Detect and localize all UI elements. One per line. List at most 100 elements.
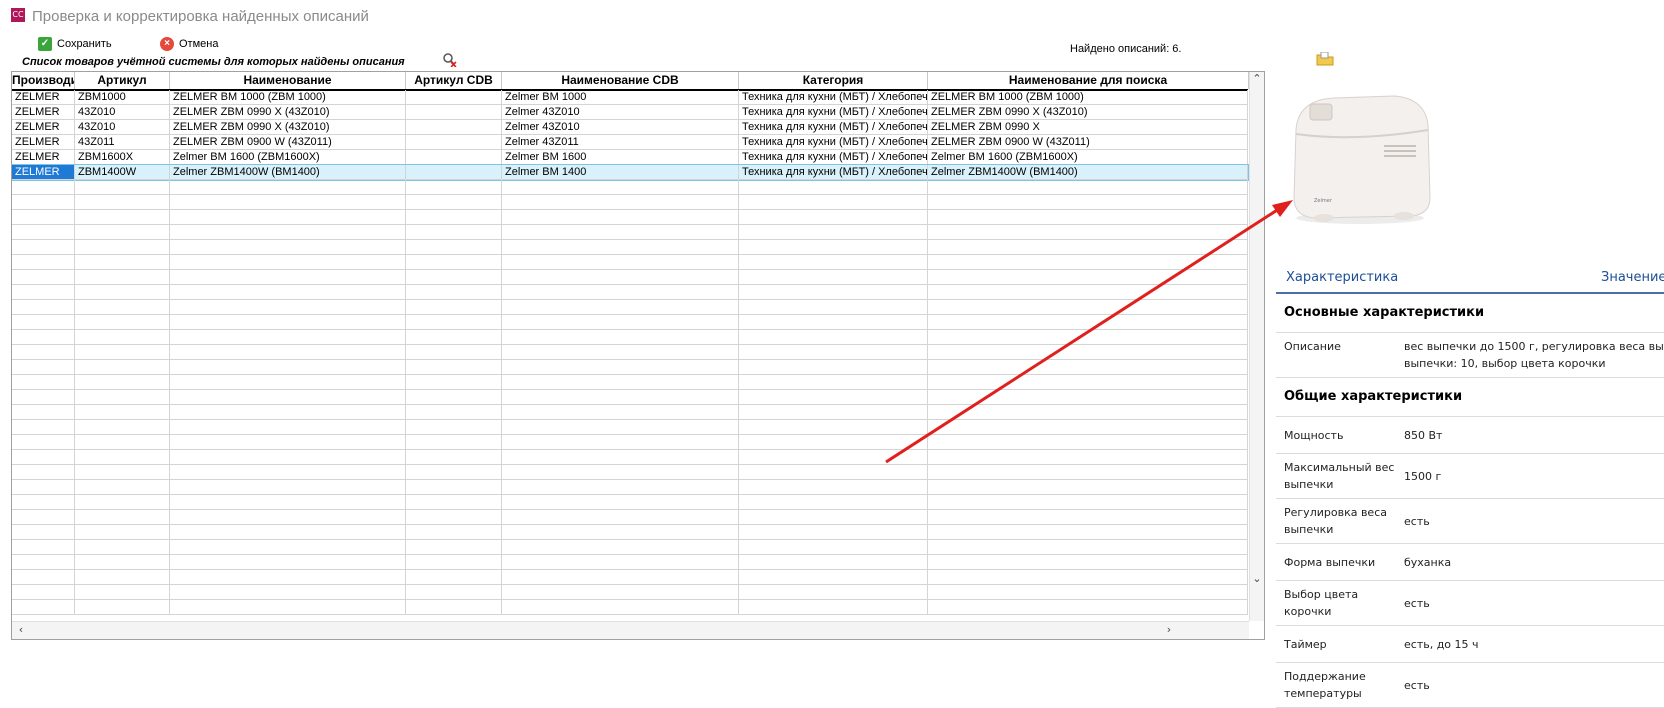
cell-name-cdb[interactable] — [502, 180, 739, 194]
cell-name[interactable] — [170, 435, 406, 449]
cell-name[interactable] — [170, 450, 406, 464]
column-header-search-name[interactable]: Наименование для поиска — [928, 72, 1249, 89]
save-button[interactable]: ✓ Сохранить — [38, 34, 112, 54]
cell-article-cdb[interactable] — [406, 255, 502, 269]
scroll-down-icon[interactable]: ⌄ — [1250, 572, 1264, 586]
cell-manufacturer[interactable]: ZELMER — [12, 90, 75, 104]
cell-article[interactable] — [75, 420, 170, 434]
cell-category[interactable] — [739, 585, 928, 599]
column-header-name-cdb[interactable]: Наименование CDB — [502, 72, 739, 89]
cell-name-cdb[interactable] — [502, 390, 739, 404]
cell-article[interactable] — [75, 180, 170, 194]
cell-manufacturer[interactable] — [12, 540, 75, 554]
cell-search-name[interactable]: ZELMER BM 1000 (ZBM 1000) — [928, 90, 1248, 104]
scroll-right-icon[interactable]: › — [1162, 623, 1176, 637]
cell-manufacturer[interactable] — [12, 570, 75, 584]
cell-article[interactable] — [75, 270, 170, 284]
table-row[interactable]: ZELMER ZBM1000 ZELMER BM 1000 (ZBM 1000) Ze… — [12, 90, 1248, 105]
cell-article[interactable] — [75, 225, 170, 239]
cell-category[interactable] — [739, 540, 928, 554]
cell-name-cdb[interactable] — [502, 240, 739, 254]
cell-article[interactable] — [75, 210, 170, 224]
cell-manufacturer[interactable] — [12, 270, 75, 284]
properties-header-value[interactable]: Значение — [1601, 270, 1664, 285]
table-row[interactable]: ZELMER ZBM1600X Zelmer BM 1600 (ZBM1600X) Z… — [12, 150, 1248, 165]
cell-name-cdb[interactable] — [502, 285, 739, 299]
cell-article-cdb[interactable] — [406, 480, 502, 494]
cell-name-cdb[interactable] — [502, 540, 739, 554]
column-header-article-cdb[interactable]: Артикул CDB — [406, 72, 502, 89]
cell-name[interactable]: ZELMER ZBM 0990 X (43Z010) — [170, 120, 406, 134]
cell-name-cdb[interactable] — [502, 195, 739, 209]
cell-manufacturer[interactable] — [12, 585, 75, 599]
cell-article[interactable] — [75, 450, 170, 464]
cell-search-name[interactable]: ZELMER ZBM 0990 X — [928, 120, 1248, 134]
cell-manufacturer[interactable] — [12, 465, 75, 479]
scroll-up-icon[interactable]: ⌃ — [1250, 72, 1264, 86]
cell-article[interactable] — [75, 300, 170, 314]
cell-name-cdb[interactable]: Zelmer 43Z011 — [502, 135, 739, 149]
properties-header-name[interactable]: Характеристика — [1286, 270, 1398, 285]
cell-manufacturer[interactable] — [12, 435, 75, 449]
cell-article-cdb[interactable] — [406, 525, 502, 539]
cell-article-cdb[interactable] — [406, 225, 502, 239]
cell-search-name[interactable] — [928, 465, 1248, 479]
cell-article-cdb[interactable] — [406, 195, 502, 209]
cell-name-cdb[interactable] — [502, 225, 739, 239]
cell-article-cdb[interactable] — [406, 135, 502, 149]
cell-name[interactable]: Zelmer BM 1600 (ZBM1600X) — [170, 150, 406, 164]
cell-name-cdb[interactable] — [502, 405, 739, 419]
cell-name[interactable]: ZELMER ZBM 0900 W (43Z011) — [170, 135, 406, 149]
cell-name[interactable] — [170, 570, 406, 584]
cell-article[interactable] — [75, 240, 170, 254]
cell-manufacturer[interactable] — [12, 510, 75, 524]
cell-name-cdb[interactable] — [502, 375, 739, 389]
cell-article-cdb[interactable] — [406, 150, 502, 164]
cell-name[interactable] — [170, 360, 406, 374]
cell-manufacturer[interactable] — [12, 420, 75, 434]
cell-article[interactable]: ZBM1400W — [75, 165, 170, 179]
scroll-left-icon[interactable]: ‹ — [14, 623, 28, 637]
cell-search-name[interactable] — [928, 570, 1248, 584]
cell-article-cdb[interactable] — [406, 495, 502, 509]
cell-manufacturer[interactable] — [12, 300, 75, 314]
cell-article-cdb[interactable] — [406, 180, 502, 194]
cell-name-cdb[interactable] — [502, 570, 739, 584]
cell-search-name[interactable] — [928, 555, 1248, 569]
cell-manufacturer[interactable]: ZELMER — [12, 105, 75, 119]
cell-category[interactable]: Техника для кухни (МБТ) / Хлебопечки — [739, 150, 928, 164]
cell-article[interactable] — [75, 465, 170, 479]
cell-manufacturer[interactable]: ZELMER — [12, 120, 75, 134]
cell-name[interactable] — [170, 555, 406, 569]
cell-name[interactable] — [170, 480, 406, 494]
cell-name[interactable] — [170, 585, 406, 599]
cell-manufacturer[interactable] — [12, 210, 75, 224]
cell-name[interactable] — [170, 345, 406, 359]
cell-manufacturer[interactable] — [12, 315, 75, 329]
cell-article[interactable]: 43Z010 — [75, 120, 170, 134]
cell-name[interactable] — [170, 465, 406, 479]
cell-name[interactable] — [170, 525, 406, 539]
cell-article[interactable] — [75, 540, 170, 554]
cell-article-cdb[interactable] — [406, 330, 502, 344]
cell-manufacturer[interactable] — [12, 330, 75, 344]
cell-category[interactable]: Техника для кухни (МБТ) / Хлебопечки — [739, 120, 928, 134]
cell-name-cdb[interactable] — [502, 525, 739, 539]
cell-category[interactable] — [739, 480, 928, 494]
cell-category[interactable] — [739, 465, 928, 479]
cell-search-name[interactable]: ZELMER ZBM 0900 W (43Z011) — [928, 135, 1248, 149]
cell-name[interactable] — [170, 600, 406, 614]
cell-manufacturer[interactable] — [12, 375, 75, 389]
cell-article-cdb[interactable] — [406, 465, 502, 479]
cell-article-cdb[interactable] — [406, 435, 502, 449]
cell-name[interactable] — [170, 375, 406, 389]
cell-manufacturer[interactable] — [12, 525, 75, 539]
cell-article-cdb[interactable] — [406, 585, 502, 599]
cell-name[interactable] — [170, 540, 406, 554]
cell-category[interactable] — [739, 495, 928, 509]
cell-article-cdb[interactable] — [406, 555, 502, 569]
cell-name-cdb[interactable] — [502, 270, 739, 284]
cell-name-cdb[interactable] — [502, 435, 739, 449]
cell-category[interactable] — [739, 510, 928, 524]
cell-name[interactable] — [170, 210, 406, 224]
